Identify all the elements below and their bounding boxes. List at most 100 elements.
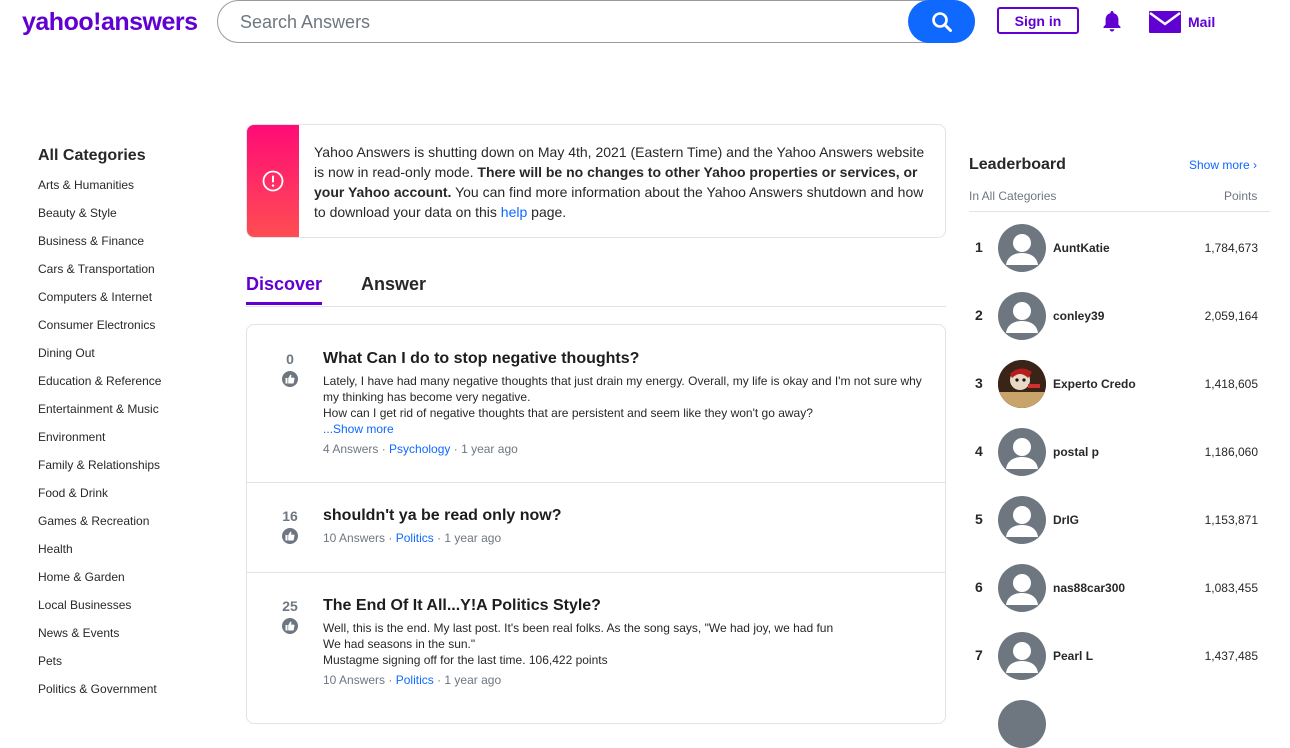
thumbs-up-icon: [285, 621, 295, 631]
user-name[interactable]: postal p: [1053, 445, 1099, 459]
search-box: [217, 0, 975, 44]
category-link[interactable]: Computers & Internet: [38, 290, 161, 318]
question-card: 16 shouldn't ya be read only now? 10 Ans…: [247, 483, 945, 573]
rank: 1: [975, 239, 983, 255]
question-meta: 10 Answers · Politics · 1 year ago: [323, 673, 502, 687]
answers-count[interactable]: 4 Answers: [323, 442, 378, 456]
category-link[interactable]: Entertainment & Music: [38, 402, 161, 430]
category-link[interactable]: Politics: [396, 673, 434, 687]
rank: 5: [975, 511, 983, 527]
user-points: 1,437,485: [1204, 649, 1258, 663]
category-link[interactable]: Cars & Transportation: [38, 262, 161, 290]
answers-count[interactable]: 10 Answers: [323, 673, 385, 687]
leaderboard-title: Leaderboard: [969, 156, 1066, 173]
category-link[interactable]: Pets: [38, 654, 161, 682]
avatar[interactable]: [998, 632, 1046, 680]
help-link[interactable]: help: [501, 204, 527, 220]
active-tab-indicator: [246, 302, 322, 305]
category-link[interactable]: Health: [38, 542, 161, 570]
question-meta: 10 Answers · Politics · 1 year ago: [323, 531, 502, 545]
default-user-icon: [1006, 506, 1038, 537]
leaderboard-entry[interactable]: 7 Pearl L 1,437,485: [969, 632, 1270, 680]
mail-link[interactable]: Mail: [1149, 10, 1215, 34]
avatar[interactable]: [998, 224, 1046, 272]
category-link[interactable]: Psychology: [389, 442, 450, 456]
question-title[interactable]: The End Of It All...Y!A Politics Style?: [323, 597, 601, 615]
category-link[interactable]: Dining Out: [38, 346, 161, 374]
show-more-link[interactable]: ...Show more: [323, 421, 923, 437]
leaderboard-entry[interactable]: 2 conley39 2,059,164: [969, 292, 1270, 340]
tab-answer[interactable]: Answer: [361, 274, 426, 295]
upvote-button[interactable]: [282, 371, 298, 387]
avatar[interactable]: [998, 360, 1046, 408]
upvote-button[interactable]: [282, 528, 298, 544]
leaderboard-entry[interactable]: [969, 700, 1270, 748]
category-link[interactable]: Politics: [396, 531, 434, 545]
category-link[interactable]: Family & Relationships: [38, 458, 161, 486]
sign-in-button[interactable]: Sign in: [997, 7, 1079, 34]
vote-count: 25: [282, 598, 298, 614]
vote-count: 16: [282, 508, 298, 524]
default-user-icon: [1006, 234, 1038, 265]
search-button[interactable]: [908, 0, 975, 43]
question-card: 0 What Can I do to stop negative thought…: [247, 325, 945, 483]
category-link[interactable]: Politics & Government: [38, 682, 161, 710]
tab-discover[interactable]: Discover: [246, 274, 322, 295]
avatar[interactable]: [998, 496, 1046, 544]
avatar[interactable]: [998, 292, 1046, 340]
question-feed: 0 What Can I do to stop negative thought…: [246, 324, 946, 724]
user-points: 1,418,605: [1204, 377, 1258, 391]
answers-count[interactable]: 10 Answers: [323, 531, 385, 545]
user-name[interactable]: Experto Credo: [1053, 377, 1136, 391]
category-link[interactable]: Arts & Humanities: [38, 178, 161, 206]
category-link[interactable]: Environment: [38, 430, 161, 458]
rank: 3: [975, 375, 983, 391]
user-name[interactable]: AuntKatie: [1053, 241, 1110, 255]
question-body: Well, this is the end. My last post. It'…: [323, 621, 834, 667]
leaderboard-entry[interactable]: 6 nas88car300 1,083,455: [969, 564, 1270, 612]
user-name[interactable]: conley39: [1053, 309, 1104, 323]
leaderboard-entry[interactable]: 4 postal p 1,186,060: [969, 428, 1270, 476]
avatar[interactable]: [998, 564, 1046, 612]
upvote-button[interactable]: [282, 618, 298, 634]
rank: 4: [975, 443, 983, 459]
avatar[interactable]: [998, 700, 1046, 748]
notice-text: Yahoo Answers is shutting down on May 4t…: [314, 144, 925, 220]
leaderboard-show-more[interactable]: Show more ›: [1189, 158, 1257, 172]
question-meta: 4 Answers · Psychology · 1 year ago: [323, 442, 518, 456]
category-link[interactable]: News & Events: [38, 626, 161, 654]
category-link[interactable]: Business & Finance: [38, 234, 161, 262]
question-card: 25 The End Of It All...Y!A Politics Styl…: [247, 573, 945, 725]
category-link[interactable]: Games & Recreation: [38, 514, 161, 542]
default-user-icon: [1006, 302, 1038, 333]
timestamp: 1 year ago: [444, 531, 502, 545]
user-photo-icon: [998, 360, 1046, 408]
notice-strip: [247, 125, 299, 237]
notifications-button[interactable]: [1100, 9, 1124, 38]
search-icon: [931, 11, 952, 32]
leaderboard-entry[interactable]: 3 Experto Credo 1,418,605: [969, 360, 1270, 408]
leaderboard-subtitle: In All Categories: [969, 189, 1057, 203]
rank: 7: [975, 647, 983, 663]
search-input[interactable]: [238, 1, 902, 44]
user-name[interactable]: nas88car300: [1053, 581, 1125, 595]
avatar[interactable]: [998, 428, 1046, 476]
leaderboard-entry[interactable]: 1 AuntKatie 1,784,673: [969, 224, 1270, 272]
category-link[interactable]: Education & Reference: [38, 374, 161, 402]
yahoo-answers-logo[interactable]: yahoo!answers: [22, 8, 198, 37]
question-title[interactable]: shouldn't ya be read only now?: [323, 507, 562, 525]
timestamp: 1 year ago: [444, 673, 502, 687]
leaderboard-entry[interactable]: 5 DrIG 1,153,871: [969, 496, 1270, 544]
category-link[interactable]: Local Businesses: [38, 598, 161, 626]
user-name[interactable]: Pearl L: [1053, 649, 1093, 663]
mail-icon: [1149, 11, 1181, 33]
category-link[interactable]: Home & Garden: [38, 570, 161, 598]
category-link[interactable]: Consumer Electronics: [38, 318, 161, 346]
category-link[interactable]: Food & Drink: [38, 486, 161, 514]
user-name[interactable]: DrIG: [1053, 513, 1079, 527]
bell-icon: [1103, 11, 1121, 32]
question-title[interactable]: What Can I do to stop negative thoughts?: [323, 350, 639, 368]
thumbs-up-icon: [285, 531, 295, 541]
default-user-icon: [1006, 438, 1038, 469]
category-link[interactable]: Beauty & Style: [38, 206, 161, 234]
